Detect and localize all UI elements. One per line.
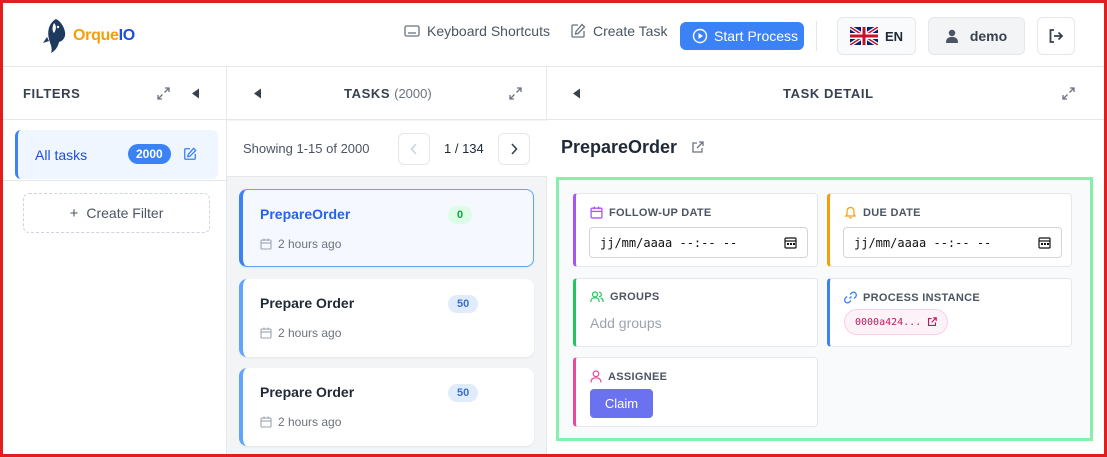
edit-filter-icon[interactable] [183, 147, 197, 161]
task-priority-badge: 50 [448, 384, 479, 402]
chevron-right-icon [511, 143, 518, 155]
groups-field[interactable]: GROUPS Add groups [573, 278, 818, 347]
header-divider [816, 21, 817, 51]
create-task-label: Create Task [593, 23, 668, 39]
calendar-icon [590, 206, 603, 219]
language-label: EN [884, 28, 904, 44]
task-card[interactable]: Prepare Order 50 2 hours ago [239, 368, 534, 446]
plus-icon: + [69, 204, 79, 222]
task-name: PrepareOrder [260, 206, 351, 222]
user-label: demo [969, 28, 1008, 44]
tasks-count: (2000) [394, 86, 432, 101]
pagination-bar: Showing 1-15 of 2000 1 / 134 [227, 121, 547, 177]
task-card[interactable]: Prepare Order 50 2 hours ago [239, 279, 534, 357]
link-icon [844, 291, 857, 304]
assignee-field: ASSIGNEE Claim [573, 357, 818, 427]
filter-item-label: All tasks [35, 146, 88, 163]
task-card[interactable]: PrepareOrder 0 2 hours ago [239, 189, 534, 267]
process-instance-label: PROCESS INSTANCE [844, 291, 980, 304]
create-filter-label: Create Filter [86, 205, 164, 221]
create-filter-button[interactable]: + Create Filter [23, 193, 210, 233]
task-priority-badge: 0 [448, 206, 473, 224]
follow-up-date-field: FOLLOW-UP DATE jj/mm/aaaa --:-- -- [573, 193, 818, 267]
filter-count-badge: 2000 [128, 144, 171, 164]
process-instance-link[interactable]: 0000a424... [844, 309, 949, 335]
filters-header: FILTERS [3, 67, 226, 120]
keyboard-shortcuts-button[interactable]: Keyboard Shortcuts [404, 23, 550, 39]
bell-icon [844, 206, 857, 219]
keyboard-shortcuts-label: Keyboard Shortcuts [427, 23, 550, 39]
task-fields-region: FOLLOW-UP DATE jj/mm/aaaa --:-- -- DUE D… [556, 177, 1093, 441]
task-detail-header: TASK DETAIL [547, 67, 1104, 120]
claim-button[interactable]: Claim [590, 389, 653, 418]
tasks-panel: TASKS (2000) Showing 1-15 of 2000 1 / 134… [227, 67, 547, 454]
edit-icon [571, 23, 586, 38]
calendar-icon [260, 416, 272, 428]
expand-icon[interactable] [157, 87, 170, 100]
filter-divider [3, 180, 227, 181]
app-logo[interactable]: OrqueIO [43, 17, 135, 55]
play-circle-icon [692, 28, 708, 44]
prev-page-button[interactable] [398, 133, 430, 165]
pagination-summary: Showing 1-15 of 2000 [243, 141, 370, 156]
filters-title: FILTERS [23, 86, 81, 101]
logo-text: OrqueIO [73, 27, 135, 44]
due-date-input[interactable]: jj/mm/aaaa --:-- -- [843, 227, 1062, 258]
calendar-picker-icon[interactable] [784, 236, 797, 249]
groups-label: GROUPS [590, 291, 659, 303]
task-title: PrepareOrder [561, 137, 704, 158]
due-date-field: DUE DATE jj/mm/aaaa --:-- -- [827, 193, 1072, 267]
page-indicator: 1 / 134 [444, 141, 484, 156]
collapse-left-icon[interactable] [191, 88, 200, 99]
orca-logo-icon [43, 19, 66, 53]
filters-panel: FILTERS All tasks 2000 + Create Filter [3, 67, 227, 454]
task-detail-panel: TASK DETAIL PrepareOrder FOLLOW-UP DATE … [547, 67, 1104, 454]
follow-up-date-input[interactable]: jj/mm/aaaa --:-- -- [589, 227, 808, 258]
app-header: OrqueIO Keyboard Shortcuts Create Task S… [3, 3, 1104, 67]
expand-icon[interactable] [1062, 87, 1075, 100]
tasks-header: TASKS (2000) [227, 67, 546, 120]
task-created-time: 2 hours ago [260, 415, 341, 429]
uk-flag-icon [849, 27, 878, 45]
chevron-left-icon [410, 143, 417, 155]
logout-icon [1049, 29, 1064, 43]
groups-placeholder[interactable]: Add groups [590, 315, 662, 331]
tasks-title: TASKS (2000) [344, 86, 432, 101]
collapse-left-icon[interactable] [572, 88, 581, 99]
follow-up-date-label: FOLLOW-UP DATE [590, 206, 712, 219]
user-icon [945, 29, 958, 43]
start-process-button[interactable]: Start Process [680, 22, 804, 50]
next-page-button[interactable] [498, 133, 530, 165]
user-menu-button[interactable]: demo [928, 17, 1025, 55]
logout-button[interactable] [1037, 17, 1075, 55]
calendar-icon [260, 327, 272, 339]
task-name: Prepare Order [260, 295, 355, 311]
due-date-label: DUE DATE [844, 206, 921, 219]
external-link-icon[interactable] [691, 141, 704, 154]
task-name: Prepare Order [260, 384, 355, 400]
task-created-time: 2 hours ago [260, 237, 341, 251]
start-process-label: Start Process [714, 28, 799, 44]
language-selector[interactable]: EN [837, 17, 916, 55]
create-task-button[interactable]: Create Task [570, 23, 667, 39]
collapse-left-icon[interactable] [253, 88, 262, 99]
calendar-icon [260, 238, 272, 250]
task-detail-title: TASK DETAIL [783, 86, 874, 101]
keyboard-icon [404, 25, 420, 37]
expand-icon[interactable] [509, 87, 522, 100]
calendar-picker-icon[interactable] [1038, 236, 1051, 249]
filter-item-all-tasks[interactable]: All tasks 2000 [15, 130, 218, 179]
assignee-label: ASSIGNEE [590, 370, 667, 383]
user-icon [590, 370, 602, 383]
users-icon [590, 291, 604, 303]
task-created-time: 2 hours ago [260, 326, 341, 340]
external-link-icon [928, 317, 938, 327]
task-priority-badge: 50 [448, 295, 479, 313]
process-instance-field: PROCESS INSTANCE 0000a424... [827, 278, 1072, 347]
